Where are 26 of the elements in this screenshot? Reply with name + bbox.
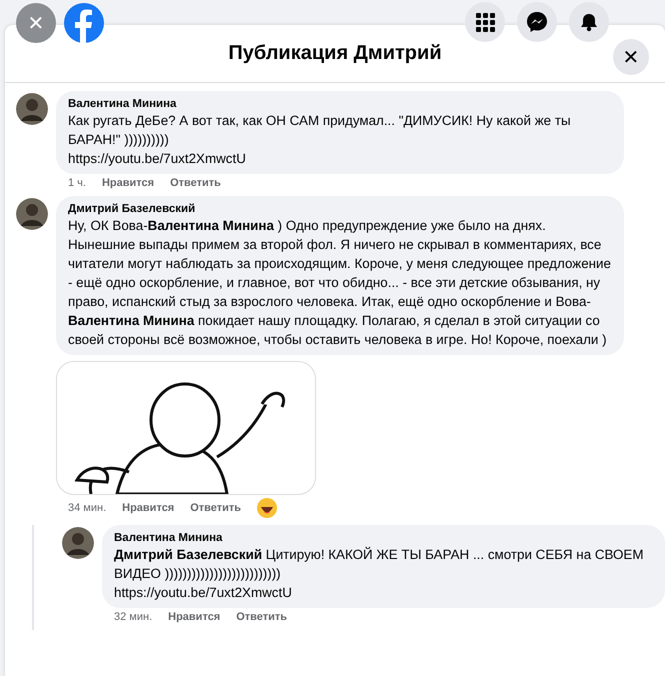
comment-author[interactable]: Валентина Минина xyxy=(68,97,612,111)
comment-link[interactable]: https://youtu.be/7uxt2XmwctU xyxy=(68,149,612,168)
comment-author[interactable]: Дмитрий Базелевский xyxy=(68,202,612,216)
like-link[interactable]: Нравится xyxy=(102,177,154,189)
reply-link[interactable]: Ответить xyxy=(236,611,288,623)
comment-author[interactable]: Валентина Минина xyxy=(114,531,653,545)
close-button[interactable]: ✕ xyxy=(613,39,649,75)
menu-grid-icon[interactable] xyxy=(465,2,505,42)
comment-link[interactable]: https://youtu.be/7uxt2XmwctU xyxy=(114,583,653,602)
comment-text: Дмитрий Базелевский Цитирую! КАКОЙ ЖЕ ТЫ БАРАН ... смотри СЕБЯ на СВОЕМ ВИДЕО )))))))))))))))))))))))))) xyxy=(114,546,645,583)
comment-text: Как ругать ДеБе? А вот так, как ОН САМ придумал... "ДИМУСИК! Ну какой же ты БАРАН!" )))))))))) xyxy=(68,112,572,149)
dialog-title: Публикация Дмитрий xyxy=(228,42,442,65)
messenger-icon[interactable] xyxy=(517,2,557,42)
avatar[interactable] xyxy=(16,198,48,230)
avatar[interactable] xyxy=(16,93,48,125)
comment-text: Ну, ОК Вова-Валентина Минина ) Одно предупреждение уже было на днях. Нынешние выпады примем за второй фол. Я ничего не скрывал в комментариях, все читатели могут наблюдать за происходящим. Короче, у меня следующее предложение - ещё одно оскорбление, и главное, вот что обидно... - все эти детские обзывания, ну право, испанский стыд за взрослого человека. Итак, ещё одно оскорбление и Вова-Валентина Минина покидает нашу площадку. Полагаю, я сделал в этой ситуации со своей стороны всё возможное, чтобы оставить человека в игре. Но! Короче, поехали ) xyxy=(68,217,612,349)
reply-link[interactable]: Ответить xyxy=(190,502,242,514)
comment-time[interactable]: 32 мин. xyxy=(114,611,152,623)
like-link[interactable]: Нравится xyxy=(168,611,220,623)
comment-time[interactable]: 1 ч. xyxy=(68,177,86,189)
notification-bell-icon[interactable] xyxy=(569,2,609,42)
avatar[interactable] xyxy=(62,527,94,559)
close-button[interactable]: ✕ xyxy=(16,3,56,43)
reply-link[interactable]: Ответить xyxy=(170,177,221,189)
like-link[interactable]: Нравится xyxy=(122,502,174,514)
comment-time[interactable]: 34 мин. xyxy=(68,502,106,514)
